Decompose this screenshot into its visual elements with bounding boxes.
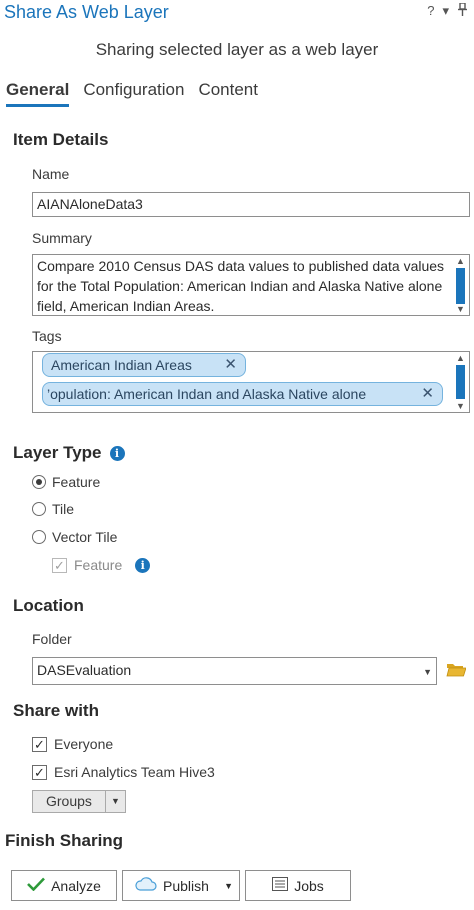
info-icon[interactable]: i [135, 557, 151, 573]
publish-label: Publish [163, 877, 209, 894]
analyze-label: Analyze [51, 877, 101, 894]
jobs-list-icon [272, 877, 289, 894]
tab-strip: General Configuration Content [6, 80, 258, 107]
scroll-up-icon[interactable]: ▲ [454, 256, 467, 266]
checkbox-label: Esri Analytics Team Hive3 [54, 764, 215, 780]
layer-type-header: Layer Type i [13, 443, 125, 463]
folder-icon[interactable] [446, 662, 467, 677]
cloud-icon [135, 877, 157, 894]
publish-button[interactable]: Publish ▼ [122, 870, 240, 901]
folder-label: Folder [32, 631, 72, 647]
chevron-down-icon[interactable]: ▼ [104, 791, 125, 812]
radio-label: Feature [52, 474, 101, 490]
radio-button[interactable] [32, 502, 46, 516]
check-icon[interactable]: ✓ [32, 764, 47, 780]
share-everyone[interactable]: ✓ Everyone [32, 736, 113, 752]
analyze-button[interactable]: Analyze [11, 870, 117, 901]
radio-feature[interactable]: Feature [32, 474, 100, 490]
radio-vector-tile[interactable]: Vector Tile [32, 529, 117, 545]
pane-title: Share As Web Layer [4, 2, 169, 22]
menu-icon[interactable]: ▾ [442, 3, 449, 19]
summary-scrollbar[interactable]: ▲ ▼ [454, 256, 467, 314]
tab-content[interactable]: Content [198, 80, 258, 107]
checkbox-label: Feature [74, 557, 123, 573]
groups-label[interactable]: Groups [33, 791, 105, 812]
scroll-down-icon[interactable]: ▼ [454, 401, 467, 411]
tags-label: Tags [32, 328, 62, 344]
pin-icon[interactable] [457, 2, 468, 19]
radio-button[interactable] [32, 530, 46, 544]
name-field[interactable]: AIANAloneData3 [32, 192, 470, 217]
item-details-heading: Item Details [13, 130, 109, 149]
radio-tile[interactable]: Tile [32, 501, 74, 517]
info-icon[interactable]: i [109, 445, 125, 461]
share-with-heading: Share with [13, 701, 99, 720]
tab-general[interactable]: General [6, 80, 70, 107]
scroll-down-icon[interactable]: ▼ [454, 304, 467, 314]
close-icon[interactable]: ✕ [421, 383, 434, 405]
title-controls: ? ▾ [427, 2, 468, 19]
summary-text: Compare 2010 Census DAS data values to p… [37, 258, 445, 314]
tag-label: American Indian Areas [51, 357, 192, 373]
pane-subtitle: Sharing selected layer as a web layer [95, 40, 379, 59]
scroll-thumb[interactable] [456, 268, 465, 304]
vector-feature-option: ✓ Feature i [52, 557, 151, 573]
jobs-button[interactable]: Jobs [245, 870, 351, 901]
radio-label: Tile [52, 501, 75, 517]
check-icon[interactable]: ✓ [32, 736, 47, 752]
summary-label: Summary [32, 230, 92, 246]
scroll-thumb[interactable] [456, 365, 465, 399]
tag-chip[interactable]: American Indian Areas ✕ [42, 353, 246, 377]
name-label: Name [32, 166, 70, 182]
help-icon[interactable]: ? [427, 3, 434, 19]
tags-field[interactable]: American Indian Areas ✕ ’opulation: Amer… [32, 351, 470, 413]
layer-type-heading: Layer Type [13, 443, 102, 462]
folder-value: DASEvaluation [37, 662, 132, 678]
check-icon [27, 877, 46, 894]
tag-chip[interactable]: ’opulation: American Indan and Alaska Na… [42, 382, 443, 406]
tab-configuration[interactable]: Configuration [83, 80, 184, 107]
tag-label: ’opulation: American Indan and Alaska Na… [47, 386, 367, 402]
radio-label: Vector Tile [52, 529, 118, 545]
check-icon: ✓ [52, 557, 67, 573]
location-heading: Location [13, 596, 84, 615]
tags-scrollbar[interactable]: ▲ ▼ [454, 353, 467, 411]
chevron-down-icon[interactable]: ▼ [224, 881, 233, 891]
groups-button[interactable]: Groups ▼ [32, 790, 126, 813]
checkbox-label: Everyone [54, 736, 114, 752]
summary-field[interactable]: Compare 2010 Census DAS data values to p… [32, 254, 470, 316]
scroll-up-icon[interactable]: ▲ [454, 353, 467, 363]
share-team[interactable]: ✓ Esri Analytics Team Hive3 [32, 764, 215, 780]
chevron-down-icon[interactable]: ▼ [423, 667, 432, 677]
radio-button[interactable] [32, 475, 46, 489]
close-icon[interactable]: ✕ [224, 354, 237, 376]
jobs-label: Jobs [294, 877, 324, 894]
finish-sharing-heading: Finish Sharing [5, 831, 124, 850]
folder-dropdown[interactable]: DASEvaluation ▼ [32, 657, 437, 685]
